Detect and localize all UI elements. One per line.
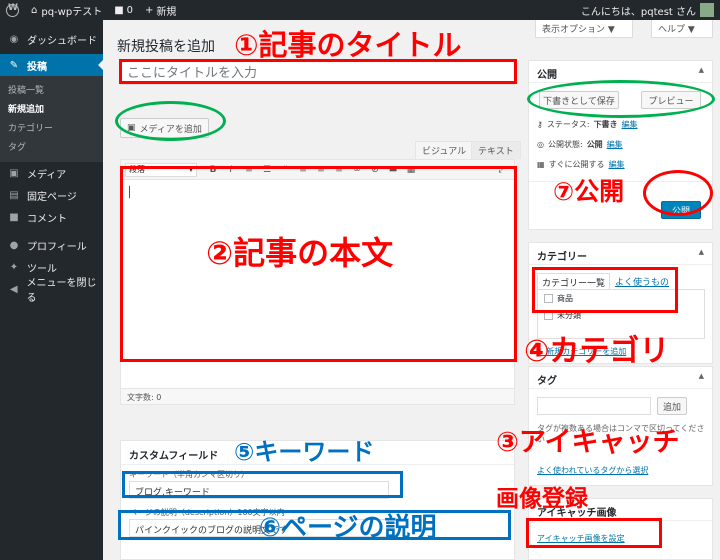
annotation-description: ⑥ページの説明 [259,513,437,543]
schedule-row: ▦ すぐに公開する 編集 [537,159,625,170]
page-icon: ▤ [9,189,19,201]
sidebar-item-dashboard[interactable]: ◉ ダッシュボード [0,28,103,50]
my-account-menu[interactable]: こんにちは、pqtest さん [575,0,720,20]
home-icon: ⌂ [31,4,38,16]
collapse-arrow-icon: ▲ [698,66,704,74]
tag-input[interactable] [537,397,651,415]
add-tag-button[interactable]: 追加 [657,397,687,415]
avatar [700,3,714,17]
posts-submenu: 投稿一覧 新規追加 カテゴリー タグ [0,76,103,162]
annotation-ellipse-publish [643,170,713,216]
admin-sidebar: ◉ ダッシュボード ✎ 投稿 投稿一覧 新規追加 カテゴリー タグ ▣ メディア ▤ 固… [0,20,103,560]
submenu-item-categories[interactable]: カテゴリー [0,118,103,137]
sidebar-item-media[interactable]: ▣ メディア [0,162,103,184]
submenu-item-all-posts[interactable]: 投稿一覧 [0,80,103,99]
annotation-ellipse-save-preview [527,80,715,118]
annotation-box-keyword [122,471,403,498]
calendar-icon: ▦ [537,160,545,169]
status-row: ⚷ ステータス: 下書き 編集 [537,119,638,130]
wordpress-icon [6,3,19,17]
submenu-item-tags[interactable]: タグ [0,137,103,156]
admin-bar: ⌂pq-wpテスト ■0 +新規 こんにちは、pqtest さん [0,0,720,20]
annotation-body: ②記事の本文 [206,234,394,272]
annotation-box-category [532,267,678,313]
screen-options-button[interactable]: 表示オプション ▼ [535,20,633,38]
annotation-eyecatch-line2: 画像登録 [496,486,588,512]
collapse-arrow-icon: ▲ [698,248,704,256]
annotation-ellipse-media [115,101,226,141]
schedule-edit-link[interactable]: 編集 [609,159,625,170]
annotation-publish: ⑦公開 [553,177,625,206]
word-count: 文字数: 0 [121,388,514,404]
comment-icon: ■ [114,4,124,16]
annotation-title: ①記事のタイトル [234,28,462,62]
annotation-keyword: ⑤キーワード [234,438,375,466]
visibility-edit-link[interactable]: 編集 [607,139,623,150]
tab-text[interactable]: テキスト [471,141,521,159]
collapse-menu-button[interactable]: ◀ メニューを閉じる [0,278,103,304]
sidebar-item-profile[interactable]: ● プロフィール [0,234,103,256]
wrench-icon: ✦ [9,261,19,273]
comments-link[interactable]: ■ 0 [108,0,139,20]
help-button[interactable]: ヘルプ ▼ [651,20,713,38]
submenu-item-add-new[interactable]: 新規追加 [0,99,103,118]
wp-logo-menu[interactable] [0,0,25,20]
key-icon: ⚷ [537,120,543,129]
collapse-icon: ◀ [9,283,18,295]
visibility-row: ◎ 公開状態: 公開 編集 [537,139,623,150]
sidebar-item-posts[interactable]: ✎ 投稿 [0,54,103,76]
new-content-menu[interactable]: + 新規 [139,0,182,20]
page-title: 新規投稿を追加 [117,39,215,55]
site-name-link[interactable]: ⌂ pq-wpテスト [25,0,108,20]
pin-icon: ✎ [9,59,19,71]
popular-tags-link[interactable]: よく使われているタグから選択 [537,465,648,476]
status-edit-link[interactable]: 編集 [622,119,638,130]
annotation-box-eyecatch [526,518,662,548]
comment-icon: ■ [9,211,19,223]
collapse-arrow-icon: ▲ [698,372,704,380]
tags-box-title[interactable]: タグ ▲ [529,367,712,389]
user-icon: ● [9,239,19,251]
dashboard-icon: ◉ [9,33,19,45]
sidebar-item-pages[interactable]: ▤ 固定ページ [0,184,103,206]
eye-icon: ◎ [537,140,544,149]
media-icon: ▣ [9,167,19,179]
annotation-category: ④カテゴリ [524,334,670,369]
tab-visual[interactable]: ビジュアル [415,141,474,159]
plus-icon: + [145,4,154,16]
sidebar-item-comments[interactable]: ■ コメント [0,206,103,228]
annotation-eyecatch-line1: ③アイキャッチ [496,427,680,458]
categories-box-title[interactable]: カテゴリー ▲ [529,243,712,265]
